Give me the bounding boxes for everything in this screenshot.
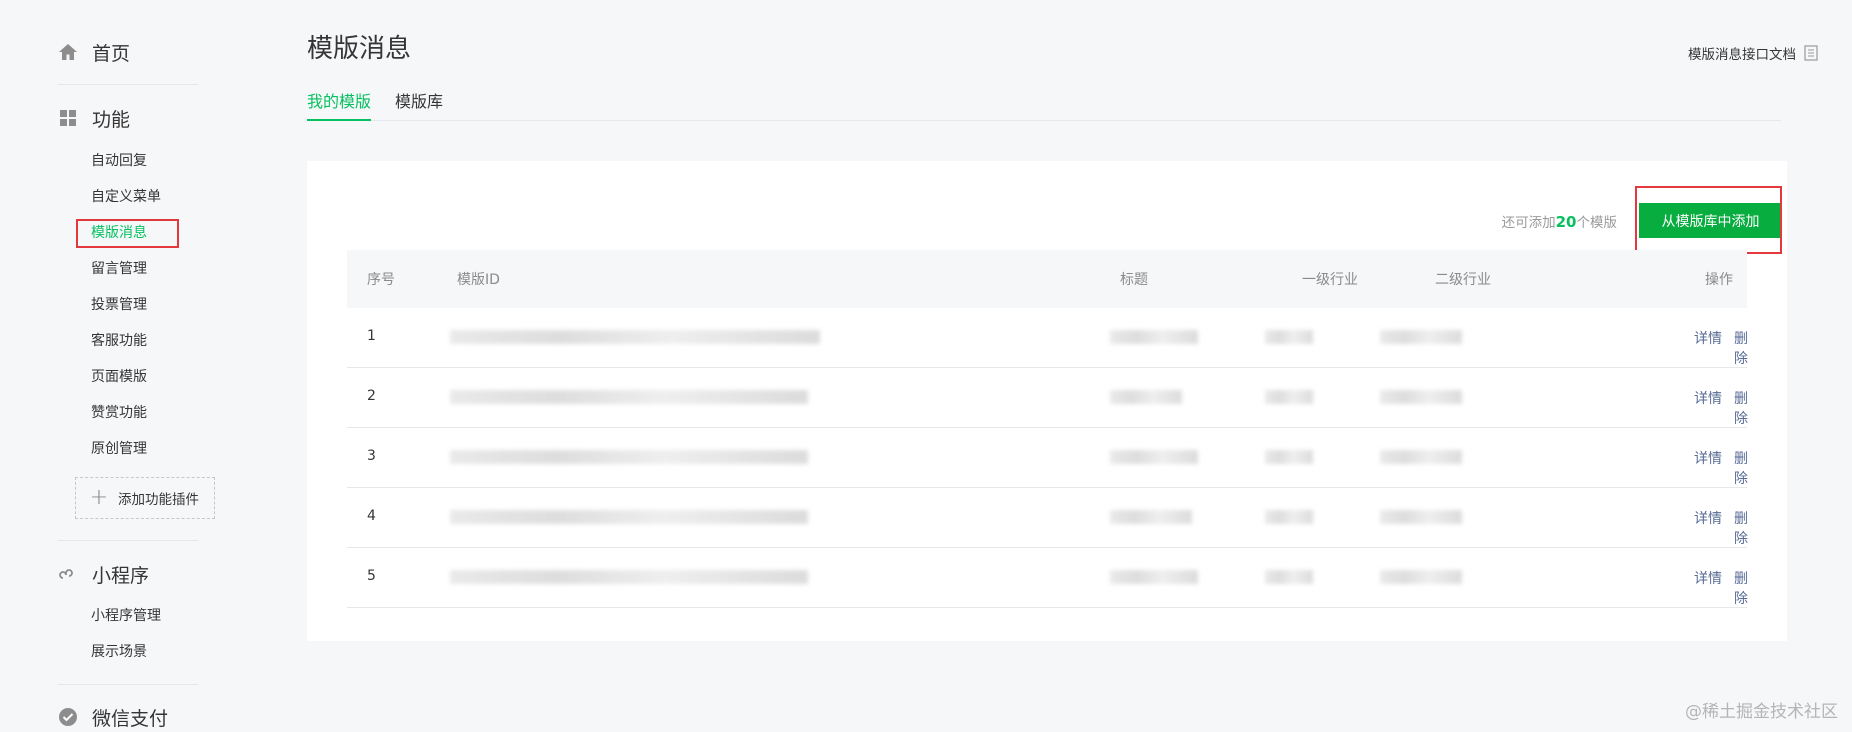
table-row: 4 详情 删除 [347,488,1748,548]
blurred-title [1110,450,1198,464]
blurred-primary-industry [1265,450,1313,464]
delete-link[interactable]: 删除 [1734,568,1748,608]
blurred-secondary-industry [1380,450,1462,464]
delete-link[interactable]: 删除 [1734,388,1748,428]
detail-link[interactable]: 详情 [1694,448,1722,468]
table-row: 3 详情 删除 [347,428,1748,488]
tab-bar: 我的模版 模版库 [307,88,1781,121]
row-index: 5 [367,568,376,584]
blurred-secondary-industry [1380,330,1462,344]
detail-link[interactable]: 详情 [1694,568,1722,588]
row-index: 1 [367,328,376,344]
blurred-template-id [450,450,808,464]
delete-link[interactable]: 删除 [1734,328,1748,368]
sidebar-item-custom-menu[interactable]: 自定义菜单 [91,187,161,207]
sidebar-item-reward[interactable]: 赞赏功能 [91,403,147,423]
delete-link[interactable]: 删除 [1734,448,1748,488]
blurred-template-id [450,390,808,404]
blurred-primary-industry [1265,570,1313,584]
remaining-prefix: 还可添加 [1501,215,1556,231]
blurred-template-id [450,570,808,584]
blurred-primary-industry [1265,390,1313,404]
sidebar-item-voting[interactable]: 投票管理 [91,295,147,315]
add-from-library-button[interactable]: 从模版库中添加 [1639,203,1782,238]
blurred-template-id [450,510,808,524]
detail-link[interactable]: 详情 [1694,328,1722,348]
watermark: @稀土掘金技术社区 [1685,702,1838,722]
column-header-template-id: 模版ID [457,272,500,288]
sidebar-divider [58,84,198,85]
page-title: 模版消息 [307,34,412,64]
blurred-title [1110,330,1198,344]
sidebar-section-wechat-pay-label: 微信支付 [92,707,169,730]
column-header-title: 标题 [1120,272,1148,288]
wechat-pay-icon [59,708,77,726]
sidebar-section-miniprogram[interactable]: 小程序 [58,559,149,589]
sidebar-item-customer-service[interactable]: 客服功能 [91,331,147,351]
sidebar-item-original[interactable]: 原创管理 [91,439,147,459]
sidebar-divider [58,684,198,685]
remaining-count-text: 还可添加20个模版 [1502,211,1617,231]
sidebar: 首页 功能 自动回复 自定义菜单 模版消息 留言管理 投票管理 客服功能 页面模… [0,0,270,730]
sidebar-item-display-scene[interactable]: 展示场景 [91,642,147,662]
remaining-suffix: 个模版 [1576,215,1618,231]
delete-link[interactable]: 删除 [1734,508,1748,548]
sidebar-section-miniprogram-label: 小程序 [92,564,150,587]
sidebar-divider [58,540,198,541]
blurred-title [1110,570,1198,584]
row-index: 2 [367,388,376,404]
table-row: 5 详情 删除 [347,548,1748,608]
add-plugin-label: 添加功能插件 [118,492,199,508]
tab-my-templates[interactable]: 我的模版 [307,88,372,121]
home-icon [59,44,77,60]
highlight-box-sidebar [76,219,179,248]
table-header: 序号 模版ID 标题 一级行业 二级行业 操作 [347,250,1747,308]
api-doc-link[interactable]: 模版消息接口文档 [1688,43,1818,63]
column-header-index: 序号 [367,272,395,288]
add-plugin-button[interactable]: + 添加功能插件 [75,477,215,519]
blurred-secondary-industry [1380,570,1462,584]
miniprogram-icon [59,569,73,579]
column-header-primary-industry: 一级行业 [1302,272,1358,288]
plus-icon: + [89,485,109,510]
blurred-secondary-industry [1380,510,1462,524]
sidebar-home-label: 首页 [92,42,131,65]
sidebar-item-auto-reply[interactable]: 自动回复 [91,151,147,171]
blurred-primary-industry [1265,330,1313,344]
blurred-title [1110,390,1182,404]
detail-link[interactable]: 详情 [1694,388,1722,408]
sidebar-home[interactable]: 首页 [58,37,130,67]
row-index: 4 [367,508,376,524]
template-panel: 还可添加20个模版 从模版库中添加 序号 模版ID 标题 一级行业 二级行业 操… [307,161,1787,641]
blurred-primary-industry [1265,510,1313,524]
row-index: 3 [367,448,376,464]
api-doc-link-label: 模版消息接口文档 [1688,47,1796,63]
remaining-count: 20 [1555,213,1577,231]
sidebar-item-comments[interactable]: 留言管理 [91,259,147,279]
blurred-secondary-industry [1380,390,1462,404]
tab-template-library[interactable]: 模版库 [395,88,443,119]
document-icon [1804,45,1818,61]
blurred-title [1110,510,1192,524]
sidebar-item-page-template[interactable]: 页面模版 [91,367,147,387]
grid-icon [60,110,76,126]
sidebar-section-functions[interactable]: 功能 [58,103,130,133]
column-header-secondary-industry: 二级行业 [1435,272,1491,288]
column-header-actions: 操作 [1705,272,1733,288]
sidebar-item-miniprogram-manage[interactable]: 小程序管理 [91,606,161,626]
sidebar-section-functions-label: 功能 [92,108,131,131]
table-row: 1 详情 删除 [347,308,1748,368]
table-row: 2 详情 删除 [347,368,1748,428]
blurred-template-id [450,330,820,344]
detail-link[interactable]: 详情 [1694,508,1722,528]
